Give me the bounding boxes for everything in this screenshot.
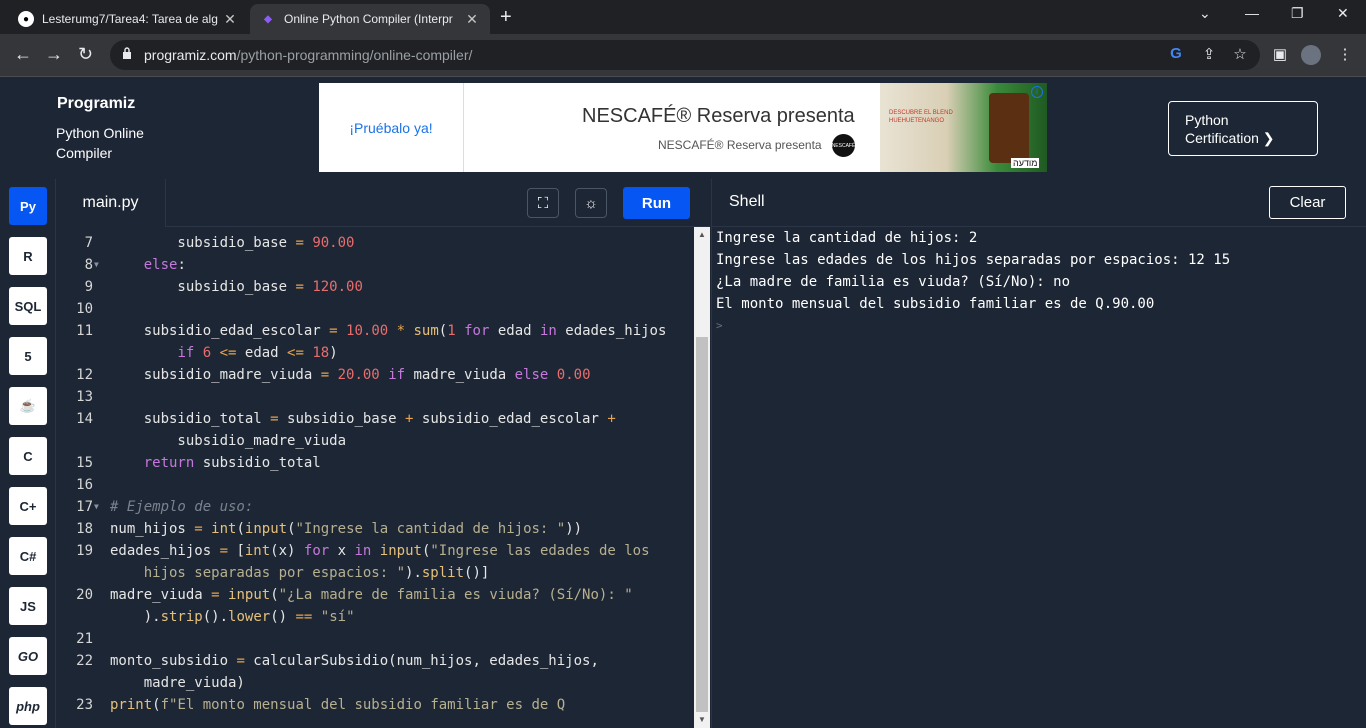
code-line: hijos separadas por espacios: ").split()… (110, 565, 490, 581)
site-header: Programiz Python Online Compiler ¡Pruéba… (0, 77, 1366, 179)
code-line: 8 ▼ else: (56, 254, 694, 276)
minimize-icon[interactable]: — (1245, 5, 1259, 21)
page-subtitle: Python Online Compiler (56, 125, 144, 161)
address-toolbar: ← → ↻ programiz.com/python-programming/o… (0, 34, 1366, 77)
github-icon: ● (18, 11, 34, 27)
url-host: programiz.com (144, 47, 237, 63)
ad-cta-link[interactable]: ¡Pruébalo ya! (319, 83, 464, 172)
python-language-icon[interactable]: Py (9, 187, 47, 225)
programiz-icon: ◆ (264, 13, 272, 25)
tab-programiz[interactable]: ◆ Online Python Compiler (Interpr ✕ (250, 4, 490, 34)
reload-icon[interactable]: ↻ (78, 44, 93, 65)
back-icon[interactable]: ← (14, 44, 32, 65)
python-certification-button[interactable]: Python Certification ❯ (1168, 101, 1318, 156)
fullscreen-button[interactable]: ⛶ (527, 188, 559, 218)
c-language-icon[interactable]: C (9, 437, 47, 475)
code-line: 15 return subsidio_total (76, 455, 321, 471)
code-line: 18 num_hijos = int(input("Ingrese la cant… (76, 521, 583, 537)
bookmark-star-icon[interactable]: ☆ (1230, 45, 1250, 65)
code-line: ).strip().lower() == "sí" (110, 609, 355, 625)
code-line: 16 (76, 477, 93, 493)
tab-github[interactable]: ● Lesterumg7/Tarea4: Tarea de alg ✕ (8, 4, 248, 34)
url-path: /python-programming/online-compiler/ (236, 47, 473, 63)
coffee-jar-image (989, 93, 1029, 163)
code-line: 11 subsidio_edad_escolar = 10.00 * sum(1… (76, 323, 667, 339)
lock-icon (123, 47, 131, 59)
new-tab-button[interactable]: + (500, 6, 512, 29)
ad-subline: NESCAFÉ® Reserva presenta (658, 138, 822, 152)
fold-arrow-icon: ▼ (94, 502, 99, 511)
profile-avatar[interactable] (1301, 45, 1321, 65)
ad-badge: מודעה (1011, 158, 1040, 168)
csharp-language-icon[interactable]: C# (9, 537, 47, 575)
code-line: 7 subsidio_base = 90.00 (84, 235, 355, 251)
shell-output[interactable]: Ingrese la cantidad de hijos: 2 Ingrese … (711, 227, 1366, 728)
code-line: 17 ▼ # Ejemplo de uso: (56, 496, 694, 518)
close-window-icon[interactable]: ✕ (1337, 5, 1349, 22)
php-language-icon[interactable]: php (9, 687, 47, 725)
shell-line: Ingrese las edades de los hijos separada… (716, 252, 1231, 268)
advertisement-banner[interactable]: ¡Pruébalo ya! NESCAFÉ® Reserva presenta … (319, 83, 1047, 172)
code-line: 14 subsidio_total = subsidio_base + subs… (76, 411, 616, 427)
menu-dots-icon[interactable]: ⋮ (1335, 45, 1355, 65)
code-line: if 6 <= edad <= 18) (177, 345, 338, 361)
tab-search-icon[interactable]: ⌄ (1199, 5, 1211, 22)
forward-icon[interactable]: → (45, 44, 63, 65)
url-bar[interactable]: programiz.com/python-programming/online-… (110, 40, 1260, 70)
code-line: 19 edades_hijos = [int(x) for x in input(… (76, 543, 650, 559)
shell-toolbar: Shell Clear (711, 179, 1366, 227)
run-button[interactable]: Run (623, 187, 690, 219)
language-sidebar: Py R SQL 5 ☕ C C+ C# JS GO php (0, 179, 56, 728)
code-line: 21 (76, 631, 93, 647)
ad-image-text: DESCUBRE EL BLEND HUEHUETENANGO (889, 110, 953, 124)
clear-button[interactable]: Clear (1269, 186, 1346, 219)
editor-scrollbar[interactable]: ▲ ▼ (694, 227, 710, 728)
scrollbar-thumb[interactable] (696, 337, 708, 712)
scroll-down-icon[interactable]: ▼ (698, 715, 706, 724)
close-tab-icon[interactable]: ✕ (464, 11, 480, 28)
code-line: 9 subsidio_base = 120.00 (84, 279, 363, 295)
code-line: 10 (76, 301, 93, 317)
side-panel-icon[interactable]: ▣ (1270, 45, 1290, 65)
close-tab-icon[interactable]: ✕ (222, 11, 238, 28)
fold-arrow-icon: ▼ (94, 260, 99, 269)
tab-title: Online Python Compiler (Interpr (284, 12, 453, 26)
scroll-up-icon[interactable]: ▲ (698, 230, 706, 239)
shell-line: El monto mensual del subsidio familiar e… (716, 296, 1155, 312)
google-icon[interactable]: G (1166, 45, 1186, 65)
cpp-language-icon[interactable]: C+ (9, 487, 47, 525)
r-language-icon[interactable]: R (9, 237, 47, 275)
file-tab-main-py[interactable]: main.py (56, 179, 166, 227)
js-language-icon[interactable]: JS (9, 587, 47, 625)
ad-headline: NESCAFÉ® Reserva presenta (582, 105, 855, 127)
shell-prompt: > (716, 319, 723, 332)
tab-title: Lesterumg7/Tarea4: Tarea de alg (42, 12, 218, 26)
code-line: 20 madre_viuda = input("¿La madre de fami… (76, 587, 633, 603)
programiz-logo[interactable]: Programiz (57, 95, 135, 113)
shell-title: Shell (729, 193, 765, 210)
editor-toolbar: main.py ⛶ ☼ Run (56, 179, 710, 227)
shell-line: ¿La madre de familia es viuda? (Sí/No): … (716, 274, 1071, 290)
code-editor[interactable]: 7 subsidio_base = 90.00 8 ▼ else: 9 subsi… (56, 227, 694, 728)
code-line: 13 (76, 389, 93, 405)
ad-info-icon[interactable]: i (1031, 86, 1043, 98)
share-icon[interactable]: ⇪ (1199, 45, 1219, 65)
code-line: 23 print(f"El monto mensual del subsidio … (76, 697, 566, 713)
code-line: 12 subsidio_madre_viuda = 20.00 if madre… (76, 367, 591, 383)
nescafe-logo: NESCAFÉ (832, 134, 855, 157)
go-language-icon[interactable]: GO (9, 637, 47, 675)
code-line: 22 monto_subsidio = calcularSubsidio(num_… (76, 653, 599, 669)
code-line: madre_viuda) (110, 675, 245, 691)
code-line: subsidio_madre_viuda (110, 433, 347, 449)
shell-line: Ingrese la cantidad de hijos: 2 (716, 230, 978, 246)
restore-icon[interactable]: ❐ (1291, 5, 1304, 22)
theme-toggle-button[interactable]: ☼ (575, 188, 607, 218)
java-language-icon[interactable]: ☕ (9, 387, 47, 425)
sql-language-icon[interactable]: SQL (9, 287, 47, 325)
browser-tab-bar: ● Lesterumg7/Tarea4: Tarea de alg ✕ ◆ On… (0, 0, 1366, 34)
html-language-icon[interactable]: 5 (9, 337, 47, 375)
